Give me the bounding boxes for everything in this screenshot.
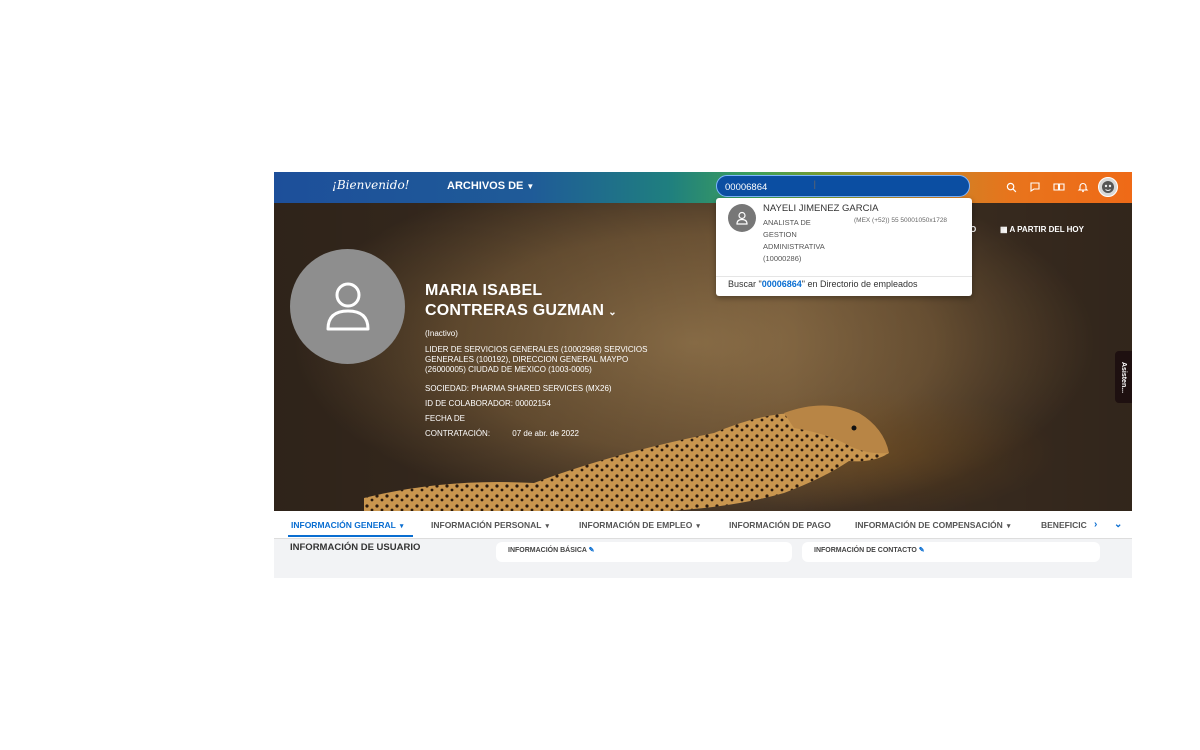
profile-fecha-row: CONTRATACIÓN: 07 de abr. de 2022 [425,426,655,441]
text-cursor-icon: I [813,178,817,192]
profile-position: LIDER DE SERVICIOS GENERALES (10002968) … [425,345,648,374]
profile-header-banner: MARIA ISABEL CONTRERAS GUZMAN ⌄ (Inactivo… [274,203,1132,511]
main-content: INFORMACIÓN DE USUARIO INFORMACIÓN BÁSIC… [274,539,1132,578]
card-informacion-contacto: INFORMACIÓN DE CONTACTO ✎ [802,542,1100,562]
caret-down-icon: ▼ [526,182,535,191]
chevron-down-icon: ⌄ [608,307,617,318]
active-tab-indicator [288,535,413,537]
chevron-down-icon[interactable]: ⌄ [1114,519,1122,530]
assistant-tab[interactable]: Asisten... [1115,351,1132,403]
search-results-dropdown: NAYELI JIMENEZ GARCIA ANALISTA DE GESTIO… [716,198,972,296]
tab-label: INFORMACIÓN DE COMPENSACIÓN [855,520,1003,530]
result-phone: (MEX (+52)) 55 50001050x1728 [854,217,948,224]
tab-informacion-pago[interactable]: INFORMACIÓN DE PAGO [729,520,831,530]
chevron-down-icon: ▾ [399,523,404,530]
profile-status: (Inactivo) [425,329,458,338]
search-directory-suffix: " en Directorio de empleados [801,279,918,289]
archivos-de-menu[interactable]: ARCHIVOS DE ▼ [447,180,534,192]
bell-icon[interactable] [1074,178,1092,196]
result-avatar-icon [728,204,756,232]
result-title: ANALISTA DE GESTION ADMINISTRATIVA (1000… [763,218,825,263]
user-avatar[interactable] [1098,177,1118,197]
tab-label: INFORMACIÓN PERSONAL [431,520,542,530]
chat-icon[interactable] [1026,178,1044,196]
top-icons-group [1002,177,1118,197]
tab-label: INFORMACIÓN DE EMPLEO [579,520,693,530]
search-box[interactable]: I [716,175,970,197]
chevron-down-icon: ▾ [545,523,550,530]
section-title: INFORMACIÓN DE USUARIO [290,542,421,553]
tab-informacion-empleo[interactable]: INFORMACIÓN DE EMPLEO ▾ [579,520,700,530]
archivos-de-label: ARCHIVOS DE [447,180,524,192]
welcome-logo[interactable]: ¡Bienvenido! [332,178,409,192]
tab-informacion-general[interactable]: INFORMACIÓN GENERAL ▾ [291,520,403,530]
pencil-icon[interactable]: ✎ [589,547,595,554]
profile-tabs: INFORMACIÓN GENERAL ▾ INFORMACIÓN PERSONA… [274,511,1132,539]
chevron-down-icon: ▾ [1006,523,1011,530]
tab-label: INFORMACIÓN DE PAGO [729,520,831,530]
app-window: ¡Bienvenido! ARCHIVOS DE▼ I [274,172,1132,578]
profile-fecha-value: 07 de abr. de 2022 [512,429,580,438]
tab-label: INFORMACIÓN GENERAL [291,520,396,530]
profile-name-line1: MARIA ISABEL [425,282,543,299]
search-icon[interactable] [1002,178,1020,196]
search-directory-link[interactable]: Buscar "00006864" en Directorio de emple… [728,279,918,289]
chevron-down-icon: ▾ [696,523,700,530]
tab-beneficios[interactable]: BENEFICIC [1041,520,1087,530]
profile-name-line2[interactable]: CONTRERAS GUZMAN ⌄ [425,301,655,323]
profile-name-text: CONTRERAS GUZMAN [425,302,605,319]
card-informacion-basica: INFORMACIÓN BÁSICA ✎ [496,542,792,562]
pencil-icon[interactable]: ✎ [919,547,925,554]
search-directory-query: 00006864 [761,279,802,289]
card-title: INFORMACIÓN DE CONTACTO ✎ [814,546,925,554]
tab-informacion-compensacion[interactable]: INFORMACIÓN DE COMPENSACIÓN ▾ [855,520,1010,530]
profile-id-colaborador: ID DE COLABORADOR: 00002154 [425,399,551,408]
tab-label: BENEFICIC [1041,520,1087,530]
profile-fecha-label-2: CONTRATACIÓN: [425,429,491,438]
calendar-icon: ▦ [999,225,1008,234]
book-icon[interactable] [1050,178,1068,196]
tab-informacion-personal[interactable]: INFORMACIÓN PERSONAL ▾ [431,520,549,530]
as-of-today-label: A PARTIR DEL HOY [1009,225,1084,234]
card-title: INFORMACIÓN BÁSICA ✎ [508,546,595,554]
profile-fecha-label: FECHA DE [425,414,466,423]
profile-photo-placeholder[interactable] [290,249,405,364]
profile-info: MARIA ISABEL CONTRERAS GUZMAN ⌄ (Inactivo… [425,281,655,441]
card-title-text: INFORMACIÓN BÁSICA [508,547,587,554]
top-navigation-bar: ¡Bienvenido! ARCHIVOS DE▼ I [274,172,1132,203]
dropdown-divider [716,276,972,277]
profile-sociedad: SOCIEDAD: PHARMA SHARED SERVICES (MX26) [425,384,612,393]
assistant-label: Asisten... [1120,361,1127,393]
card-title-text: INFORMACIÓN DE CONTACTO [814,547,917,554]
search-input[interactable] [723,178,927,196]
search-directory-prefix: Buscar " [728,279,762,289]
chevron-right-icon[interactable]: › [1094,519,1097,530]
person-icon [326,282,369,330]
as-of-today-button[interactable]: ▦ A PARTIR DEL HOY [1000,225,1084,234]
result-name[interactable]: NAYELI JIMENEZ GARCIA [763,203,878,214]
